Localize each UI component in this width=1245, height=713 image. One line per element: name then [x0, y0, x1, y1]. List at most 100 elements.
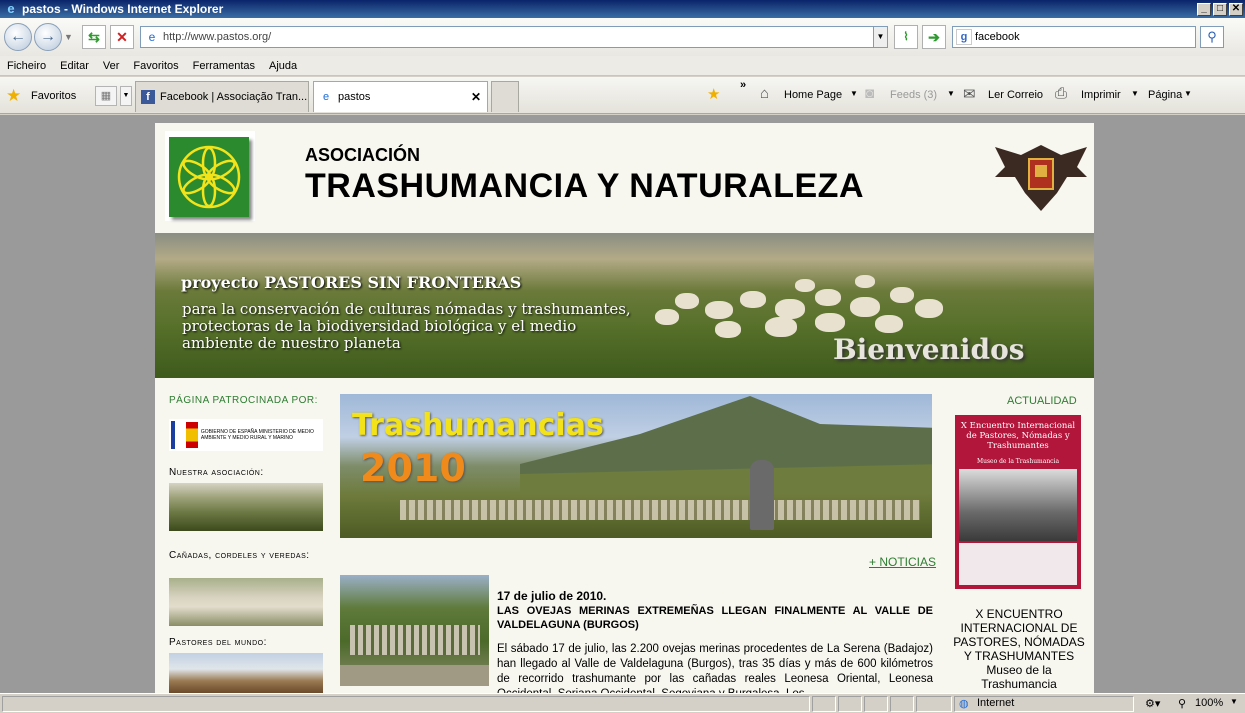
minimize-button[interactable]: _	[1197, 2, 1211, 16]
news-headline[interactable]: LAS OVEJAS MERINAS EXTREMEÑAS LLEGAN FIN…	[497, 604, 933, 632]
page-viewport[interactable]: ASOCIACIÓN TRASHUMANCIA Y NATURALEZA pro…	[0, 115, 1245, 693]
pastores-thumbnail[interactable]	[169, 653, 323, 693]
google-icon: g	[956, 29, 972, 45]
sponsor-heading: PÁGINA PATROCINADA POR:	[169, 395, 318, 406]
favorites-star-icon[interactable]: ★	[6, 86, 21, 106]
tab-pastos[interactable]: e pastos ✕	[313, 81, 488, 112]
more-news-link[interactable]: + NOTICIAS	[869, 555, 936, 569]
section-nuestra-asociacion[interactable]: Nuestra asociación:	[169, 467, 323, 478]
status-cell	[864, 696, 888, 712]
menu-ajuda[interactable]: Ajuda	[269, 60, 297, 72]
zoom-dropdown[interactable]: ▼	[1230, 697, 1238, 706]
stop-button[interactable]: ✕	[110, 25, 134, 49]
menu-favoritos[interactable]: Favoritos	[133, 60, 178, 72]
feeds-button[interactable]: Feeds (3)	[890, 89, 937, 101]
read-mail-button[interactable]: Ler Correio	[988, 89, 1043, 101]
menu-ver[interactable]: Ver	[103, 60, 120, 72]
canadas-thumbnail[interactable]	[169, 578, 323, 626]
trashumancias-year: 2010	[360, 446, 466, 490]
news-body: El sábado 17 de julio, las 2.200 ovejas …	[497, 643, 933, 693]
feeds-dropdown[interactable]: ▼	[947, 89, 955, 98]
go-button[interactable]: ➔	[922, 25, 946, 49]
quick-tabs-button[interactable]: ▦	[95, 86, 117, 106]
print-dropdown[interactable]: ▼	[1131, 89, 1139, 98]
mail-icon[interactable]: ✉	[963, 85, 976, 103]
banner-subtitle: para la conservación de culturas nómadas…	[182, 300, 631, 352]
go-arrow-icon: ➔	[928, 29, 940, 45]
header-subtitle: ASOCIACIÓN	[305, 145, 421, 165]
tab-title: pastos	[338, 91, 371, 103]
poster-photo	[959, 469, 1077, 541]
back-button[interactable]: ←	[4, 23, 32, 51]
address-bar[interactable]: e http://www.pastos.org/ ▼	[140, 26, 888, 48]
encuentro-poster[interactable]: X Encuentro Internacional de Pastores, N…	[955, 415, 1081, 589]
eu-flag-icon	[171, 421, 185, 449]
forward-button[interactable]: →	[34, 23, 62, 51]
page-dropdown[interactable]: ▼	[1184, 89, 1192, 98]
status-bar: ◍ Internet ⚙▾ ⚲ 100% ▼	[0, 693, 1245, 713]
sponsor-logo[interactable]: GOBIERNO DE ESPAÑA MINISTERIO DE MEDIO A…	[169, 419, 323, 451]
trashumancias-title: Trashumancias	[352, 408, 604, 443]
search-box: g	[952, 26, 1196, 48]
search-icon: ⚲	[1207, 29, 1217, 44]
favorites-button[interactable]: Favoritos	[31, 90, 76, 102]
refresh-icon: ⇆	[88, 29, 100, 45]
menu-ficheiro[interactable]: Ficheiro	[7, 60, 46, 72]
eagle-crest-icon	[995, 145, 1087, 211]
print-icon[interactable]: ⎙	[1055, 85, 1067, 102]
ie-page-icon: e	[322, 91, 330, 103]
ie-logo-icon: e	[7, 1, 15, 16]
sponsor-text: GOBIERNO DE ESPAÑA MINISTERIO DE MEDIO A…	[200, 429, 314, 441]
facebook-icon: f	[141, 90, 155, 104]
history-dropdown-button[interactable]: ▼	[64, 32, 76, 42]
page-menu-button[interactable]: Página	[1148, 89, 1182, 101]
new-tab-button[interactable]	[491, 81, 519, 112]
refresh-button[interactable]: ⇆	[82, 25, 106, 49]
section-canadas[interactable]: Cañadas, cordeles y veredas:	[169, 549, 323, 562]
tab-facebook[interactable]: f Facebook | Associação Tran...	[135, 81, 309, 112]
menu-bar: Ficheiro Editar Ver Favoritos Ferramenta…	[0, 56, 1245, 76]
menu-editar[interactable]: Editar	[60, 60, 89, 72]
news-photo[interactable]	[340, 575, 489, 686]
window-titlebar: e pastos - Windows Internet Explorer _ □…	[0, 0, 1245, 18]
association-thumbnail[interactable]	[169, 483, 323, 531]
close-tab-icon[interactable]: ✕	[471, 90, 481, 104]
flower-logo-icon	[177, 145, 241, 209]
association-logo[interactable]	[165, 131, 255, 221]
home-dropdown[interactable]: ▼	[850, 89, 858, 98]
home-icon[interactable]: ⌂	[760, 85, 769, 102]
add-favorite-icon[interactable]: ★	[707, 85, 720, 103]
status-cell	[890, 696, 914, 712]
search-input[interactable]	[975, 31, 1185, 43]
trashumancias-banner[interactable]: Trashumancias 2010	[340, 394, 932, 538]
tab-list-dropdown[interactable]: ▼	[120, 86, 132, 106]
banner-welcome: Bienvenidos	[833, 333, 1025, 366]
search-button[interactable]: ⚲	[1200, 26, 1224, 48]
zoom-icon: ⚲	[1178, 698, 1187, 710]
zone-label: Internet	[977, 697, 1015, 709]
navigation-bar: ← → ▼ ⇆ ✕ e http://www.pastos.org/ ▼ ⌇ ➔…	[0, 18, 1245, 56]
status-cell	[812, 696, 836, 712]
print-button[interactable]: Imprimir	[1081, 89, 1121, 101]
home-page-button[interactable]: Home Page	[784, 89, 842, 101]
maximize-button[interactable]: □	[1213, 2, 1227, 16]
encuentro-text[interactable]: X ENCUENTRO INTERNACIONAL DE PASTORES, N…	[951, 607, 1087, 691]
zoom-level[interactable]: 100%	[1195, 697, 1223, 709]
menu-ferramentas[interactable]: Ferramentas	[193, 60, 255, 72]
compatibility-button[interactable]: ⌇	[894, 25, 918, 49]
globe-icon: ◍	[959, 698, 969, 710]
address-dropdown-button[interactable]: ▼	[873, 27, 887, 47]
section-pastores-del-mundo[interactable]: Pastores del mundo:	[169, 637, 323, 648]
close-window-button[interactable]: ✕	[1229, 2, 1243, 16]
poster-title: X Encuentro Internacional de Pastores, N…	[960, 421, 1076, 451]
status-cell	[838, 696, 862, 712]
protected-mode-icon[interactable]: ⚙▾	[1145, 697, 1160, 710]
more-chevron-icon[interactable]: »	[740, 79, 746, 91]
feeds-icon[interactable]: ◙	[865, 85, 874, 102]
address-input[interactable]: http://www.pastos.org/	[163, 31, 873, 43]
encuentro-museum: Museo de la Trashumancia	[981, 663, 1057, 691]
poster-subtitle: Museo de la Trashumancia	[976, 458, 1060, 465]
status-message	[2, 696, 810, 712]
encuentro-title: X ENCUENTRO INTERNACIONAL DE PASTORES, N…	[953, 607, 1085, 663]
page-icon: e	[148, 30, 156, 44]
